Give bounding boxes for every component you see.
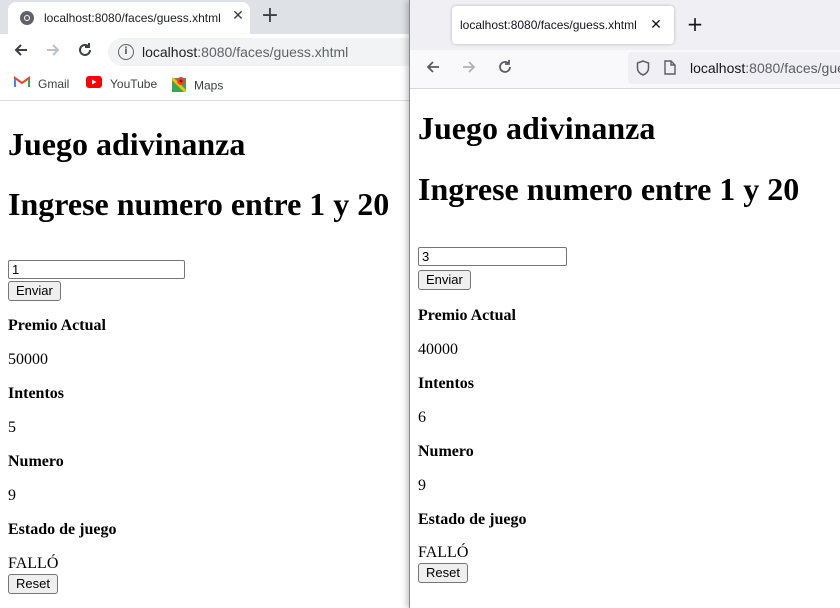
new-tab-icon[interactable]: +: [684, 12, 706, 36]
chrome-url: localhost:8080/faces/guess.xhtml: [142, 44, 349, 60]
attempts-value: 6: [418, 409, 426, 426]
chrome-toolbar: i localhost:8080/faces/guess.xhtml: [0, 34, 410, 70]
reload-icon[interactable]: [494, 58, 516, 80]
gmail-icon: [14, 76, 30, 91]
chrome-tab-title: localhost:8080/faces/guess.xhtml: [44, 11, 221, 25]
page-subtitle: Ingrese numero entre 1 y 20: [8, 186, 390, 222]
back-icon[interactable]: [10, 41, 32, 63]
close-tab-icon[interactable]: ✕: [648, 16, 664, 34]
prize-value: 40000: [418, 341, 458, 358]
prize-value: 50000: [8, 351, 48, 368]
send-button[interactable]: Enviar: [418, 270, 471, 290]
page-info-icon[interactable]: [664, 60, 676, 75]
game-state-label: Estado de juego: [418, 511, 527, 528]
forward-icon[interactable]: [42, 41, 64, 63]
number-value: 9: [418, 477, 426, 494]
bookmark-maps[interactable]: Maps: [170, 76, 223, 95]
chrome-active-tab[interactable]: localhost:8080/faces/guess.xhtml ✕: [8, 2, 250, 34]
page-title: Juego adivinanza: [8, 126, 246, 162]
chrome-tab-strip: localhost:8080/faces/guess.xhtml ✕ +: [0, 0, 410, 34]
reset-button[interactable]: Reset: [8, 574, 58, 594]
bookmark-gmail[interactable]: Gmail: [14, 76, 69, 94]
attempts-label: Intentos: [418, 375, 475, 392]
chrome-window: localhost:8080/faces/guess.xhtml ✕ + i l…: [0, 0, 410, 608]
firefox-active-tab[interactable]: localhost:8080/faces/guess.xhtml ✕: [452, 6, 674, 44]
youtube-icon: [86, 76, 102, 91]
number-label: Numero: [418, 443, 474, 460]
bookmark-youtube[interactable]: YouTube: [86, 76, 157, 94]
maps-icon: [170, 76, 188, 95]
number-label: Numero: [8, 453, 64, 470]
back-icon[interactable]: [422, 58, 444, 80]
number-value: 9: [8, 487, 16, 504]
new-tab-icon[interactable]: +: [260, 4, 280, 28]
send-button[interactable]: Enviar: [8, 281, 61, 301]
chrome-address-bar[interactable]: i localhost:8080/faces/guess.xhtml: [108, 38, 410, 66]
firefox-toolbar: localhost:8080/faces/gue: [410, 50, 840, 89]
page-title: Juego adivinanza: [418, 110, 656, 146]
guess-input[interactable]: [418, 247, 567, 266]
guess-input[interactable]: [8, 260, 185, 279]
firefox-address-bar[interactable]: localhost:8080/faces/gue: [628, 52, 840, 84]
reload-icon[interactable]: [74, 41, 96, 63]
reset-button[interactable]: Reset: [418, 563, 468, 583]
tracking-protection-shield-icon[interactable]: [636, 60, 650, 76]
game-state-label: Estado de juego: [8, 521, 117, 538]
firefox-url: localhost:8080/faces/gue: [690, 60, 840, 76]
firefox-window: localhost:8080/faces/guess.xhtml ✕ + loc…: [409, 0, 840, 608]
prize-label: Premio Actual: [8, 317, 106, 334]
prize-label: Premio Actual: [418, 307, 516, 324]
game-state-value: FALLÓ: [418, 544, 469, 561]
firefox-tab-strip: localhost:8080/faces/guess.xhtml ✕ +: [410, 0, 840, 50]
site-info-icon[interactable]: i: [118, 44, 134, 60]
attempts-label: Intentos: [8, 385, 65, 402]
page-subtitle: Ingrese numero entre 1 y 20: [418, 171, 800, 207]
game-state-value: FALLÓ: [8, 555, 59, 572]
firefox-tab-title: localhost:8080/faces/guess.xhtml: [460, 18, 637, 32]
attempts-value: 5: [8, 419, 16, 436]
globe-icon: [20, 11, 34, 25]
close-tab-icon[interactable]: ✕: [230, 8, 246, 24]
forward-icon[interactable]: [458, 58, 480, 80]
bookmarks-bar: Gmail YouTube Maps: [0, 70, 410, 101]
